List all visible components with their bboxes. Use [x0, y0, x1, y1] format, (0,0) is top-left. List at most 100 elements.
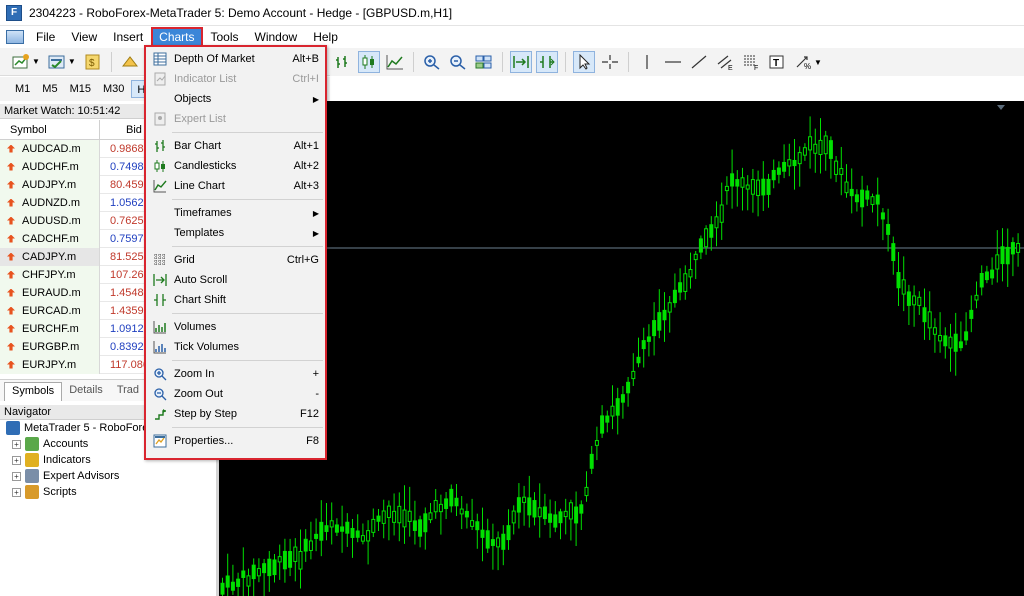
menu-item-grid[interactable]: Grid Ctrl+G	[146, 250, 325, 270]
menu-item-line-chart[interactable]: Line Chart Alt+3	[146, 176, 325, 196]
toolbar-separator	[502, 52, 503, 72]
candle-body	[376, 515, 381, 522]
candle-body	[537, 507, 542, 518]
candle-body	[371, 518, 376, 533]
bid-price: 1.09122	[110, 322, 150, 335]
auto-scroll-toolbar-icon[interactable]	[510, 51, 532, 73]
navigator-item-expert-advisors[interactable]: + Expert Advisors	[0, 468, 216, 484]
line-chart-toolbar-icon[interactable]	[384, 51, 406, 73]
timeframe-m1[interactable]: M1	[10, 80, 35, 98]
candle-body	[303, 538, 308, 552]
candle-body	[272, 559, 277, 576]
crosshair-icon[interactable]	[599, 51, 621, 73]
metatrader-app-icon: F	[6, 4, 22, 21]
candle-body	[485, 530, 490, 549]
menu-help[interactable]: Help	[305, 27, 346, 47]
candle-body	[730, 173, 735, 187]
timeframe-m15[interactable]: M15	[65, 80, 96, 98]
candle-body	[381, 510, 386, 524]
candle-body	[958, 341, 963, 349]
zoom-in-toolbar-icon[interactable]	[421, 51, 443, 73]
menu-item-zoom-in[interactable]: Zoom In +	[146, 364, 325, 384]
menu-item-objects[interactable]: Objects ▶	[146, 89, 325, 109]
menu-item-templates[interactable]: Templates ▶	[146, 223, 325, 243]
candle-body	[813, 143, 818, 154]
bid-price: 1.05627	[110, 196, 150, 209]
arrows-icon[interactable]: %	[792, 51, 814, 73]
menu-charts[interactable]: Charts	[151, 27, 203, 47]
menu-view[interactable]: View	[63, 27, 105, 47]
arrows-dropdown-icon[interactable]: ▼	[814, 58, 822, 67]
symbol-column-header[interactable]: Symbol	[0, 119, 100, 140]
expand-icon[interactable]: +	[12, 455, 21, 465]
candle-body	[501, 533, 506, 550]
menu-item-label: Indicator List	[174, 73, 237, 85]
market-watch-icon[interactable]: $	[82, 51, 104, 73]
expand-icon[interactable]: +	[12, 471, 21, 481]
bid-price: 1.43591	[110, 304, 150, 317]
menu-item-volumes[interactable]: Volumes	[146, 317, 325, 337]
menu-item-tick-volumes[interactable]: Tick Volumes	[146, 337, 325, 357]
price-chart[interactable]	[219, 101, 1024, 596]
tab-trad[interactable]: Trad	[110, 382, 146, 401]
svg-text:%: %	[804, 62, 811, 70]
menu-item-step-by-step[interactable]: Step by Step F12	[146, 404, 325, 424]
candle-body	[938, 334, 943, 342]
tab-details[interactable]: Details	[62, 382, 110, 401]
menu-item-timeframes[interactable]: Timeframes ▶	[146, 203, 325, 223]
algo-trading-icon[interactable]	[119, 51, 141, 73]
chart-window-icon[interactable]	[6, 30, 24, 44]
bid-price: 117.086	[110, 358, 149, 371]
menu-item-zoom-out[interactable]: Zoom Out -	[146, 384, 325, 404]
candle-body	[714, 216, 719, 229]
menu-item-chart-shift[interactable]: Chart Shift	[146, 290, 325, 310]
zoom-out-toolbar-icon[interactable]	[447, 51, 469, 73]
symbol-cell: AUDNZD.m	[0, 193, 100, 212]
menu-item-bar-chart[interactable]: Bar Chart Alt+1	[146, 136, 325, 156]
menu-file[interactable]: File	[28, 27, 63, 47]
new-chart-icon[interactable]	[10, 51, 32, 73]
vertical-line-icon[interactable]	[636, 51, 658, 73]
expand-icon[interactable]: +	[12, 439, 21, 449]
new-chart-dropdown-icon[interactable]: ▼	[32, 57, 40, 66]
timeframe-m5[interactable]: M5	[37, 80, 62, 98]
tile-windows-icon[interactable]	[473, 51, 495, 73]
expand-icon[interactable]: +	[12, 487, 21, 497]
menu-item-auto-scroll[interactable]: Auto Scroll	[146, 270, 325, 290]
tab-symbols[interactable]: Symbols	[4, 382, 63, 401]
equidistant-channel-icon[interactable]: E	[714, 51, 736, 73]
candlesticks-toolbar-icon[interactable]	[358, 51, 380, 73]
fibonacci-retracement-icon[interactable]: F	[740, 51, 762, 73]
navigator-item-scripts[interactable]: + Scripts	[0, 484, 216, 500]
menu-insert[interactable]: Insert	[105, 27, 151, 47]
menu-item-depth-of-market[interactable]: Depth Of Market Alt+B	[146, 49, 325, 69]
horizontal-line-icon[interactable]	[662, 51, 684, 73]
menu-tools[interactable]: Tools	[203, 27, 247, 47]
menu-item-label: Zoom Out	[174, 388, 223, 400]
candle-body	[844, 181, 849, 194]
candle-body	[600, 415, 605, 434]
symbol-arrow-icon	[7, 162, 15, 171]
bid-column-header[interactable]: Bid	[100, 124, 142, 136]
profiles-dropdown-icon[interactable]: ▼	[68, 57, 76, 66]
chart-shift-marker[interactable]	[997, 105, 1005, 110]
menu-window[interactable]: Window	[247, 27, 306, 47]
candle-body	[511, 510, 516, 524]
candle-body	[828, 140, 833, 159]
text-label-icon[interactable]: T	[766, 51, 788, 73]
candle-body	[610, 405, 615, 417]
menu-item-candlesticks[interactable]: Candlesticks Alt+2	[146, 156, 325, 176]
menu-item-properties[interactable]: Properties... F8	[146, 431, 325, 451]
timeframe-m30[interactable]: M30	[98, 80, 129, 98]
depth-of-market-icon	[152, 51, 168, 67]
profiles-icon[interactable]	[46, 51, 68, 73]
bid-price: 0.98682	[110, 142, 150, 155]
submenu-arrow-icon: ▶	[312, 208, 319, 218]
cursor-icon[interactable]	[573, 51, 595, 73]
bar-chart-toolbar-icon[interactable]	[332, 51, 354, 73]
candle-body	[236, 578, 241, 587]
chart-shift-toolbar-icon[interactable]	[536, 51, 558, 73]
expert-list-icon	[152, 111, 168, 127]
trend-line-icon[interactable]	[688, 51, 710, 73]
tick-volumes-icon	[152, 339, 168, 355]
